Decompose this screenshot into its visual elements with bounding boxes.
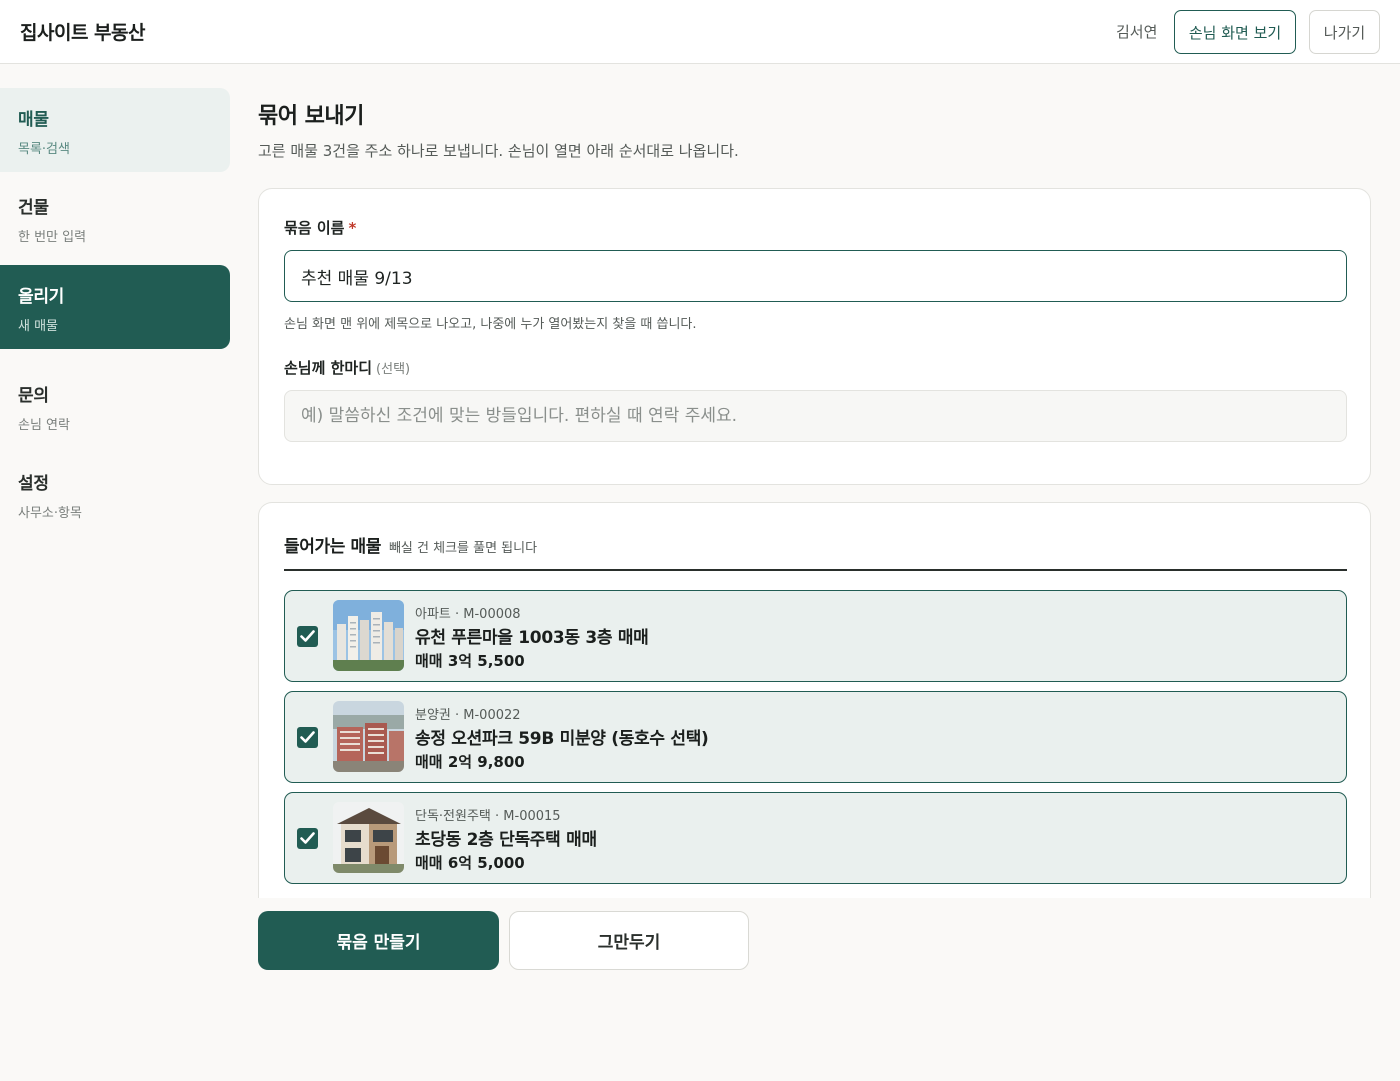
- listing-meta: 분양권 · M-00022: [415, 708, 521, 723]
- sidebar-item-buildings[interactable]: 건물 한 번만 입력: [0, 176, 230, 260]
- bundle-name-label-text: 묶음 이름: [284, 219, 345, 237]
- listing-name: 유천 푸른마을 1003동 3층 매매: [415, 628, 649, 648]
- sidebar-item-settings[interactable]: 설정 사무소·항목: [0, 452, 230, 536]
- page-title: 묶어 보내기: [258, 104, 364, 129]
- bundle-name-hint: 손님 화면 맨 위에 제목으로 나오고, 나중에 누가 열어봤는지 찾을 때 씁…: [284, 317, 697, 332]
- listing-checkbox[interactable]: [297, 626, 318, 647]
- included-listings-header: 들어가는 매물 빼실 건 체크를 풀면 됩니다: [284, 532, 537, 557]
- sidebar-item-sub: 한 번만 입력: [18, 230, 87, 245]
- cancel-button[interactable]: 그만두기: [509, 911, 749, 970]
- listing-checkbox[interactable]: [297, 727, 318, 748]
- listing-meta: 아파트 · M-00008: [415, 607, 521, 622]
- customer-message-input[interactable]: [284, 390, 1347, 442]
- included-listings-title: 들어가는 매물: [284, 537, 381, 557]
- listing-row[interactable]: 아파트 · M-00008 유천 푸른마을 1003동 3층 매매 매매 3억 …: [284, 590, 1347, 682]
- required-mark: *: [348, 219, 357, 237]
- check-icon: [300, 630, 315, 642]
- sidebar-item-title: 건물: [18, 198, 49, 218]
- listing-checkbox[interactable]: [297, 828, 318, 849]
- sidebar-item-title: 문의: [18, 386, 49, 406]
- listing-row[interactable]: 분양권 · M-00022 송정 오션파크 59B 미분양 (동호수 선택) 매…: [284, 691, 1347, 783]
- page-description: 고른 매물 3건을 주소 하나로 보냅니다. 손님이 열면 아래 순서대로 나옵…: [258, 142, 739, 160]
- sidebar-item-title: 올리기: [18, 287, 65, 307]
- bundle-name-input[interactable]: [284, 250, 1347, 302]
- sidebar-item-upload[interactable]: 올리기 새 매물: [0, 265, 230, 349]
- apartment-photo-icon: [333, 600, 404, 671]
- listing-price: 매매 2억 9,800: [415, 753, 525, 771]
- sidebar-item-title: 매물: [18, 110, 49, 130]
- brand-logo[interactable]: 집사이트 부동산: [20, 18, 145, 45]
- sidebar-item-sub: 목록·검색: [18, 142, 70, 157]
- bundle-name-label: 묶음 이름 *: [284, 217, 356, 238]
- construction-photo-icon: [333, 701, 404, 772]
- listing-row[interactable]: 단독·전원주택 · M-00015 초당동 2층 단독주택 매매 매매 6억 5…: [284, 792, 1347, 884]
- section-divider: [284, 569, 1347, 571]
- listing-thumbnail: [333, 600, 404, 671]
- listing-name: 송정 오션파크 59B 미분양 (동호수 선택): [415, 729, 709, 749]
- optional-mark: (선택): [376, 362, 411, 377]
- house-photo-icon: [333, 802, 404, 873]
- customer-preview-button[interactable]: 손님 화면 보기: [1174, 10, 1296, 54]
- bundle-info-card: 묶음 이름* 손님 화면 맨 위에 제목으로 나오고, 나중에 누가 열어봤는지…: [258, 188, 1371, 485]
- listing-name: 초당동 2층 단독주택 매매: [415, 830, 597, 850]
- logout-button[interactable]: 나가기: [1309, 10, 1380, 54]
- sidebar-item-sub: 손님 연락: [18, 418, 70, 433]
- sidebar-item-sub: 새 매물: [18, 319, 59, 334]
- message-label: 손님께 한마디 (선택): [284, 357, 410, 378]
- sidebar-item-sub: 사무소·항목: [18, 506, 82, 521]
- listing-price: 매매 3억 5,500: [415, 652, 525, 670]
- listing-meta: 단독·전원주택 · M-00015: [415, 809, 561, 824]
- create-bundle-button[interactable]: 묶음 만들기: [258, 911, 499, 970]
- included-listings-card: 들어가는 매물 빼실 건 체크를 풀면 됩니다 아파트 · M-00008 유천…: [258, 502, 1371, 898]
- sidebar-item-inquiries[interactable]: 문의 손님 연락: [0, 364, 230, 448]
- sidebar-item-listings[interactable]: 매물 목록·검색: [0, 88, 230, 172]
- sidebar-item-title: 설정: [18, 474, 49, 494]
- message-label-text: 손님께 한마디: [284, 359, 373, 377]
- listing-thumbnail: [333, 802, 404, 873]
- check-icon: [300, 832, 315, 844]
- included-listings-hint: 빼실 건 체크를 풀면 됩니다: [388, 541, 538, 556]
- top-bar: 집사이트 부동산 김서연 손님 화면 보기 나가기: [0, 0, 1400, 64]
- check-icon: [300, 731, 315, 743]
- user-name: 김서연: [1116, 23, 1158, 41]
- listing-price: 매매 6억 5,000: [415, 854, 525, 872]
- listing-thumbnail: [333, 701, 404, 772]
